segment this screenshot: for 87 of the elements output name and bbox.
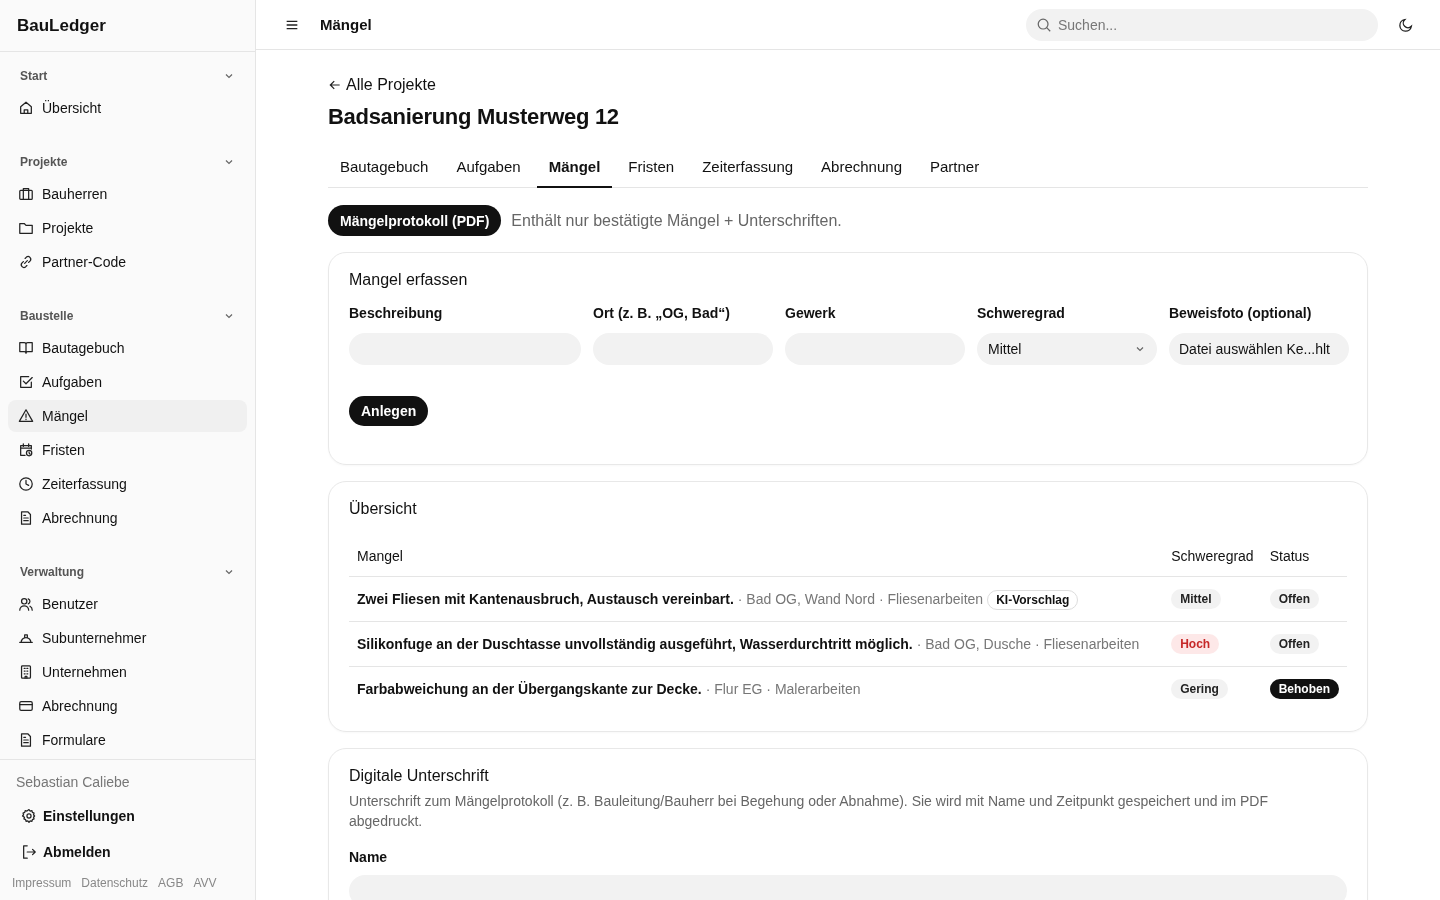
status-badge: Offen xyxy=(1269,589,1319,609)
card-title: Digitale Unterschrift xyxy=(349,767,490,785)
column-header: Status xyxy=(1269,548,1310,564)
footer-link[interactable]: AGB xyxy=(158,876,184,890)
severity-badge: Gering xyxy=(1171,679,1228,699)
defect-title: Silikonfuge an der Duschtasse unvollständig ausgeführt, Wasserdurchtritt möglich. xyxy=(357,636,913,652)
defect-meta: · Bad OG, Dusche · Fliesenarbeiten xyxy=(916,636,1140,652)
building-icon xyxy=(18,664,34,680)
sidebar-item[interactable]: Abrechnung xyxy=(8,690,247,722)
sidebar-item[interactable]: Aufgaben xyxy=(8,366,247,398)
sidebar-item[interactable]: Fristen xyxy=(8,434,247,466)
select-field[interactable]: Mittel xyxy=(977,333,1157,365)
tab[interactable]: Mängel xyxy=(536,148,613,188)
footer-link[interactable]: Impressum xyxy=(12,876,72,890)
column-header: Schweregrad xyxy=(1171,548,1254,564)
sidebar-item[interactable]: Bautagebuch xyxy=(8,332,247,364)
checkbox-icon xyxy=(18,374,34,390)
column-header: Mangel xyxy=(357,548,403,564)
warning-icon xyxy=(18,408,34,424)
tab[interactable]: Partner xyxy=(918,148,992,188)
arrow-left-icon xyxy=(328,78,342,92)
users-icon xyxy=(18,596,34,612)
link-icon xyxy=(18,254,34,270)
project-title: Badsanierung Musterweg 12 xyxy=(328,104,620,130)
field-label: Beschreibung xyxy=(349,305,444,321)
defect-title: Farbabweichung an der Übergangskante zur Decke. xyxy=(357,681,702,697)
defect-meta: · Bad OG, Wand Nord · Fliesenarbeiten xyxy=(737,591,984,607)
sidebar-item[interactable]: Benutzer xyxy=(8,588,247,620)
field-label: Ort (z. B. „OG, Bad“) xyxy=(593,305,731,321)
folder-icon xyxy=(18,220,34,236)
sidebar-item[interactable]: Projekte xyxy=(8,212,247,244)
sidebar-item[interactable]: Mängel xyxy=(8,400,247,432)
severity-badge: Mittel xyxy=(1171,589,1221,609)
sidebar-action[interactable]: Abmelden xyxy=(16,834,243,870)
tab[interactable]: Fristen xyxy=(616,148,687,188)
sidebar-item[interactable]: Abrechnung xyxy=(8,502,247,534)
field-label: Schweregrad xyxy=(977,305,1066,321)
app-logo: BauLedger xyxy=(17,15,106,36)
moon-icon[interactable] xyxy=(1398,16,1414,33)
document-icon xyxy=(18,510,34,526)
back-link[interactable]: Alle Projekte xyxy=(328,76,436,94)
page-title: Mängel xyxy=(320,16,372,33)
field-label: Gewerk xyxy=(785,305,837,321)
sidebar-item[interactable]: Unternehmen xyxy=(8,656,247,688)
section-title: Baustelle xyxy=(20,309,74,323)
clock-icon xyxy=(18,476,34,492)
sidebar-item[interactable]: Bauherren xyxy=(8,178,247,210)
calendar-clock-icon xyxy=(18,442,34,458)
sidebar-action[interactable]: Einstellungen xyxy=(16,798,243,834)
home-icon xyxy=(18,100,34,116)
footer-link[interactable]: AVV xyxy=(193,876,217,890)
footer-link[interactable]: Datenschutz xyxy=(81,876,149,890)
tab[interactable]: Aufgaben xyxy=(444,148,533,188)
status-badge: Behoben xyxy=(1269,679,1339,699)
sidebar-item[interactable]: Subunternehmer xyxy=(8,622,247,654)
submit-button[interactable]: Anlegen xyxy=(349,396,429,426)
sidebar-item[interactable]: Übersicht xyxy=(8,92,247,124)
search-field[interactable]: Suchen... xyxy=(1026,8,1378,41)
defect-meta: · Flur EG · Malerarbeiten xyxy=(705,681,861,697)
sidebar-item[interactable]: Partner-Code xyxy=(8,246,247,278)
tab[interactable]: Bautagebuch xyxy=(328,148,441,188)
status-badge: Offen xyxy=(1269,634,1319,654)
sidebar-item[interactable]: Zeiterfassung xyxy=(8,468,247,500)
section-title: Projekte xyxy=(20,155,68,169)
logout-icon xyxy=(21,844,37,860)
file-picker[interactable]: Datei auswählen Ke...hlt xyxy=(1169,333,1349,365)
section-title: Verwaltung xyxy=(20,565,84,579)
search-icon xyxy=(1036,16,1052,33)
settings-icon xyxy=(21,808,37,824)
briefcase-icon xyxy=(18,186,34,202)
section-title: Start xyxy=(20,69,48,83)
tab[interactable]: Abrechnung xyxy=(809,148,914,188)
book-icon xyxy=(18,340,34,356)
pdf-button[interactable]: Mängelprotokoll (PDF) xyxy=(328,205,502,236)
card-title: Übersicht xyxy=(349,500,418,518)
field-label: Beweisfoto (optional) xyxy=(1169,305,1313,321)
tab[interactable]: Zeiterfassung xyxy=(690,148,806,188)
credit-card-icon xyxy=(18,698,34,714)
sidebar-item[interactable]: Formulare xyxy=(8,724,247,756)
user-name: Sebastian Caliebe xyxy=(16,774,131,790)
defect-title: Zwei Fliesen mit Kantenausbruch, Austausch vereinbart. xyxy=(357,591,734,607)
document-icon xyxy=(18,732,34,748)
pdf-note: Enthält nur bestätigte Mängel + Unterschriften. xyxy=(511,211,842,230)
field-label: Name xyxy=(349,849,389,865)
card-title: Mangel erfassen xyxy=(349,271,469,289)
signature-description: Unterschrift zum Mängelprotokoll (z. B. Bauleitung/Bauherr bei Begehung oder Abnahme). Sie wird mit Name und Zeitpunkt gespeichert und im PDF abgedruckt. xyxy=(349,792,1270,831)
severity-badge: Hoch xyxy=(1171,634,1220,654)
